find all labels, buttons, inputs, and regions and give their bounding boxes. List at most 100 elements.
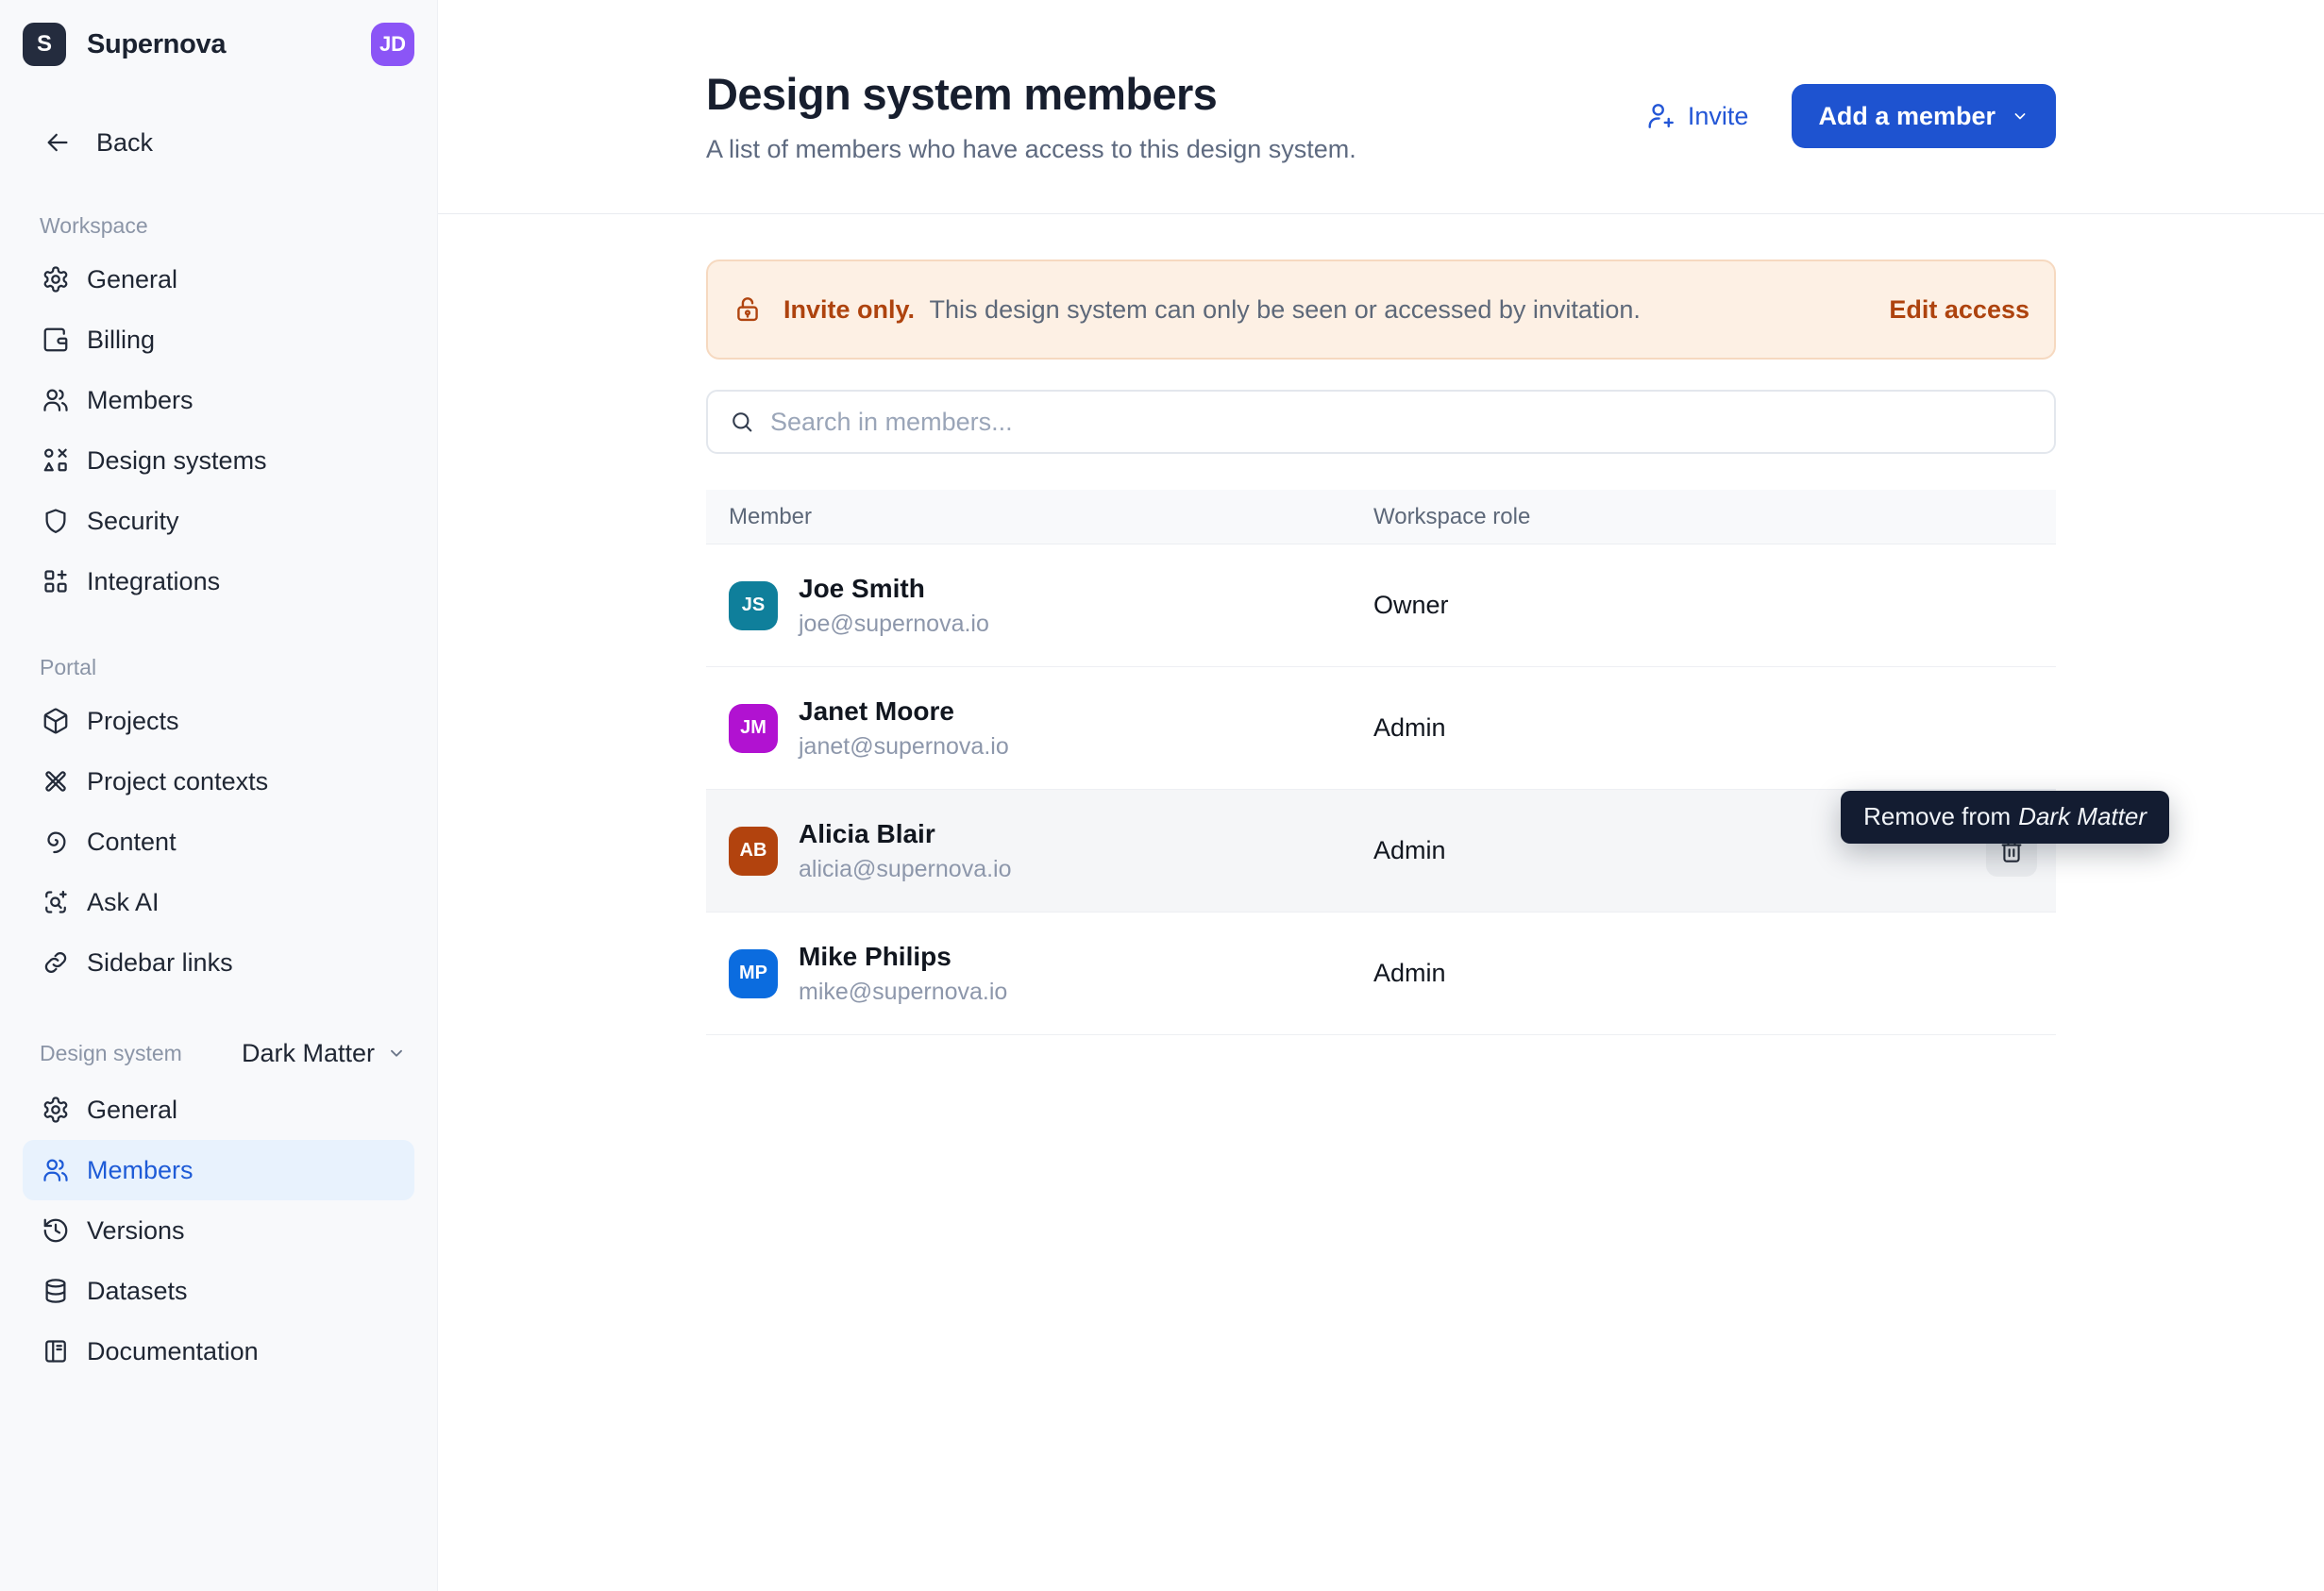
sidebar-item-label: General (87, 1096, 177, 1125)
sidebar-item-label: Ask AI (87, 888, 160, 917)
sidebar-item-security[interactable]: Security (23, 491, 414, 551)
selected-design-system: Dark Matter (242, 1039, 375, 1068)
link-icon (42, 948, 70, 977)
section-label-workspace: Workspace (0, 209, 437, 242)
shield-icon (42, 507, 70, 535)
page-title-block: Design system members A list of members … (706, 68, 1356, 164)
design-system-nav: General Members Versions Datasets Docume… (0, 1080, 437, 1382)
grid-plus-icon (42, 567, 70, 595)
member-name: Joe Smith (799, 574, 989, 604)
gear-icon (42, 265, 70, 293)
column-header-workspace-role: Workspace role (1373, 504, 2056, 530)
workspace-nav: General Billing Members Design systems S… (0, 249, 437, 611)
avatar: JS (729, 581, 778, 630)
sidebar-item-ask-ai[interactable]: Ask AI (23, 872, 414, 932)
book-icon (42, 1337, 70, 1365)
table-row: MP Mike Philips mike@supernova.io Admin (706, 913, 2056, 1035)
table-row: JM Janet Moore janet@supernova.io Admin (706, 667, 2056, 790)
invite-button[interactable]: Invite (1646, 101, 1749, 131)
add-member-label: Add a member (1818, 102, 1996, 131)
sidebar-item-label: Datasets (87, 1277, 188, 1306)
sidebar-item-label: Projects (87, 707, 179, 736)
sidebar-item-label: Versions (87, 1216, 185, 1246)
member-meta: Mike Philips mike@supernova.io (799, 942, 1007, 1006)
design-system-section-header: Design system Dark Matter (0, 1034, 437, 1072)
header-actions: Invite Add a member (1646, 84, 2056, 148)
portal-nav: Projects Project contexts Content Ask AI… (0, 691, 437, 993)
sidebar-item-project-contexts[interactable]: Project contexts (23, 751, 414, 812)
spiral-icon (42, 828, 70, 856)
avatar: AB (729, 827, 778, 876)
sidebar-item-datasets[interactable]: Datasets (23, 1261, 414, 1321)
sidebar-item-label: Members (87, 1156, 194, 1185)
invite-only-banner: Invite only. This design system can only… (706, 260, 2056, 360)
workspace-logo: S (23, 23, 66, 66)
sidebar: S Supernova JD Back Workspace General Bi… (0, 0, 438, 1591)
sidebar-item-label: Billing (87, 326, 155, 355)
avatar: MP (729, 949, 778, 998)
sidebar-item-integrations[interactable]: Integrations (23, 551, 414, 611)
wallet-icon (42, 326, 70, 354)
sidebar-item-label: Content (87, 828, 177, 857)
member-role: Admin (1373, 713, 1943, 743)
sidebar-item-label: Sidebar links (87, 948, 233, 978)
sidebar-item-design-systems[interactable]: Design systems (23, 430, 414, 491)
invite-label: Invite (1688, 102, 1749, 131)
banner-text: Invite only. This design system can only… (783, 295, 1889, 325)
users-icon (42, 386, 70, 414)
page-subtitle: A list of members who have access to thi… (706, 135, 1356, 164)
back-button[interactable]: Back (0, 115, 437, 170)
member-meta: Joe Smith joe@supernova.io (799, 574, 989, 638)
sidebar-item-projects[interactable]: Projects (23, 691, 414, 751)
table-row: JS Joe Smith joe@supernova.io Owner (706, 544, 2056, 667)
lock-icon (733, 294, 763, 325)
sidebar-item-documentation[interactable]: Documentation (23, 1321, 414, 1382)
member-email: joe@supernova.io (799, 611, 989, 638)
members-table: Member Workspace role JS Joe Smith joe@s… (706, 490, 2056, 1035)
sidebar-item-label: Integrations (87, 567, 220, 596)
member-meta: Alicia Blair alicia@supernova.io (799, 819, 1012, 883)
chevron-down-icon (386, 1043, 407, 1063)
member-email: mike@supernova.io (799, 979, 1007, 1006)
sidebar-item-members[interactable]: Members (23, 370, 414, 430)
edit-access-button[interactable]: Edit access (1889, 295, 2029, 325)
sidebar-item-content[interactable]: Content (23, 812, 414, 872)
table-row-hovered: AB Alicia Blair alicia@supernova.io Admi… (706, 790, 2056, 913)
avatar: JM (729, 704, 778, 753)
sidebar-item-label: Design systems (87, 446, 267, 476)
gear-icon (42, 1096, 70, 1124)
sidebar-item-label: General (87, 265, 177, 294)
search-input[interactable] (770, 408, 2033, 437)
main-content: Design system members A list of members … (438, 0, 2324, 1591)
add-member-button[interactable]: Add a member (1792, 84, 2056, 148)
page-title: Design system members (706, 68, 1356, 120)
member-email: alicia@supernova.io (799, 856, 1012, 883)
tooltip-text: Remove from (1863, 802, 2011, 831)
search-box (706, 390, 2056, 454)
member-name: Janet Moore (799, 696, 1009, 727)
sidebar-item-ds-members[interactable]: Members (23, 1140, 414, 1200)
sidebar-item-label: Members (87, 386, 194, 415)
table-header-row: Member Workspace role (706, 490, 2056, 544)
sidebar-item-sidebar-links[interactable]: Sidebar links (23, 932, 414, 993)
section-label-portal: Portal (0, 651, 437, 683)
sidebar-item-label: Project contexts (87, 767, 268, 796)
member-name: Alicia Blair (799, 819, 1012, 849)
design-system-selector[interactable]: Dark Matter (242, 1039, 407, 1068)
app-window: S Supernova JD Back Workspace General Bi… (0, 0, 2324, 1591)
sidebar-item-general[interactable]: General (23, 249, 414, 310)
users-icon (42, 1156, 70, 1184)
section-label-design-system: Design system (40, 1041, 182, 1066)
cube-icon (42, 707, 70, 735)
sidebar-item-ds-general[interactable]: General (23, 1080, 414, 1140)
tooltip-target-name: Dark Matter (2018, 802, 2147, 831)
sparkle-search-icon (42, 888, 70, 916)
user-avatar[interactable]: JD (371, 23, 414, 66)
remove-tooltip: Remove from Dark Matter (1841, 791, 2169, 844)
shapes-icon (42, 446, 70, 475)
sidebar-item-label: Documentation (87, 1337, 259, 1366)
banner-message: This design system can only be seen or a… (930, 295, 1641, 324)
sidebar-item-versions[interactable]: Versions (23, 1200, 414, 1261)
arrow-left-icon (43, 128, 72, 157)
sidebar-item-billing[interactable]: Billing (23, 310, 414, 370)
